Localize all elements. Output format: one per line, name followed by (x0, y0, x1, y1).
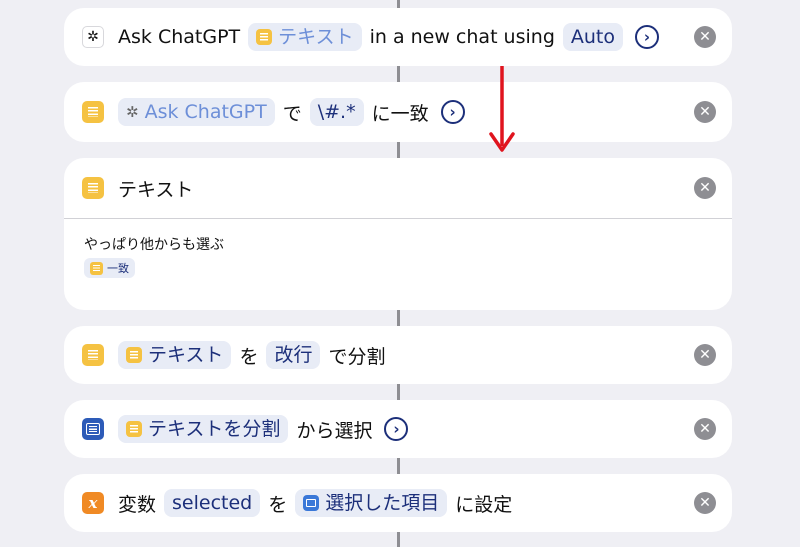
chatgpt-icon: ✲ (126, 103, 139, 121)
text-variable-token[interactable]: テキスト (118, 341, 232, 369)
split-text-action-card[interactable]: テキスト を 改行 で分割 ✕ (64, 326, 732, 384)
flow-connector (397, 532, 400, 547)
action-text: 変数 (118, 493, 157, 516)
match-text-action-card[interactable]: ✲ Ask ChatGPT で \#.* に一致 › ✕ (64, 82, 732, 142)
token-label: 選択した項目 (325, 492, 440, 514)
regex-token[interactable]: \#.* (309, 98, 364, 126)
action-text: に一致 (371, 102, 429, 125)
set-variable-action-card[interactable]: x 変数 selected を 選択した項目 に設定 ✕ (64, 474, 732, 532)
remove-action-button[interactable]: ✕ (694, 26, 716, 48)
token-label: Ask ChatGPT (144, 101, 267, 123)
text-icon (82, 101, 104, 123)
remove-action-button[interactable]: ✕ (694, 492, 716, 514)
text-icon (126, 421, 142, 437)
action-text: で分割 (328, 345, 386, 368)
flow-connector (397, 66, 400, 82)
token-label: テキスト (278, 26, 354, 48)
variable-icon: x (82, 492, 104, 514)
text-action-card[interactable]: テキスト ✕ やっぱり他からも選ぶ 一致 (64, 158, 732, 310)
list-icon (303, 495, 320, 511)
chatgpt-result-token[interactable]: ✲ Ask ChatGPT (118, 98, 275, 126)
text-icon (90, 261, 103, 275)
action-text: を (239, 345, 259, 368)
flow-connector (397, 310, 400, 326)
divider (64, 218, 732, 219)
chatgpt-icon: ✲ (82, 26, 104, 48)
token-label: テキスト (148, 344, 224, 366)
flow-connector (397, 458, 400, 474)
remove-action-button[interactable]: ✕ (694, 344, 716, 366)
list-icon (82, 418, 104, 440)
action-text: を (268, 493, 288, 516)
action-text: から選択 (296, 419, 373, 442)
flow-connector (397, 384, 400, 400)
action-text: に設定 (455, 493, 513, 516)
separator-token[interactable]: 改行 (266, 341, 321, 369)
text-icon (126, 347, 142, 363)
ask-chatgpt-action-card[interactable]: ✲ Ask ChatGPT テキスト in a new chat using A… (64, 8, 732, 66)
token-label: 一致 (107, 262, 129, 275)
split-text-token[interactable]: テキストを分割 (118, 415, 289, 443)
red-arrow-annotation (489, 66, 515, 152)
text-body[interactable]: やっぱり他からも選ぶ (84, 234, 224, 254)
expand-chevron-icon[interactable]: › (384, 417, 409, 441)
expand-chevron-icon[interactable]: › (440, 100, 465, 124)
match-variable-token[interactable]: 一致 (84, 258, 135, 278)
text-icon (82, 344, 104, 366)
action-text: in a new chat using (369, 26, 555, 48)
input-text-token[interactable]: テキスト (248, 23, 362, 51)
selected-item-token[interactable]: 選択した項目 (295, 489, 448, 517)
remove-action-button[interactable]: ✕ (694, 418, 716, 440)
remove-action-button[interactable]: ✕ (694, 101, 716, 123)
expand-chevron-icon[interactable]: › (635, 25, 659, 49)
remove-action-button[interactable]: ✕ (694, 177, 716, 199)
model-token[interactable]: Auto (562, 23, 623, 51)
action-title: テキスト (118, 178, 194, 201)
variable-name-token[interactable]: selected (164, 489, 261, 517)
action-title: Ask ChatGPT (118, 26, 241, 48)
token-label: テキストを分割 (148, 418, 281, 440)
text-icon (256, 29, 273, 45)
choose-from-list-action-card[interactable]: テキストを分割 から選択 › ✕ (64, 400, 732, 458)
action-text: で (282, 102, 302, 125)
text-icon (82, 177, 104, 199)
flow-connector (397, 142, 400, 158)
